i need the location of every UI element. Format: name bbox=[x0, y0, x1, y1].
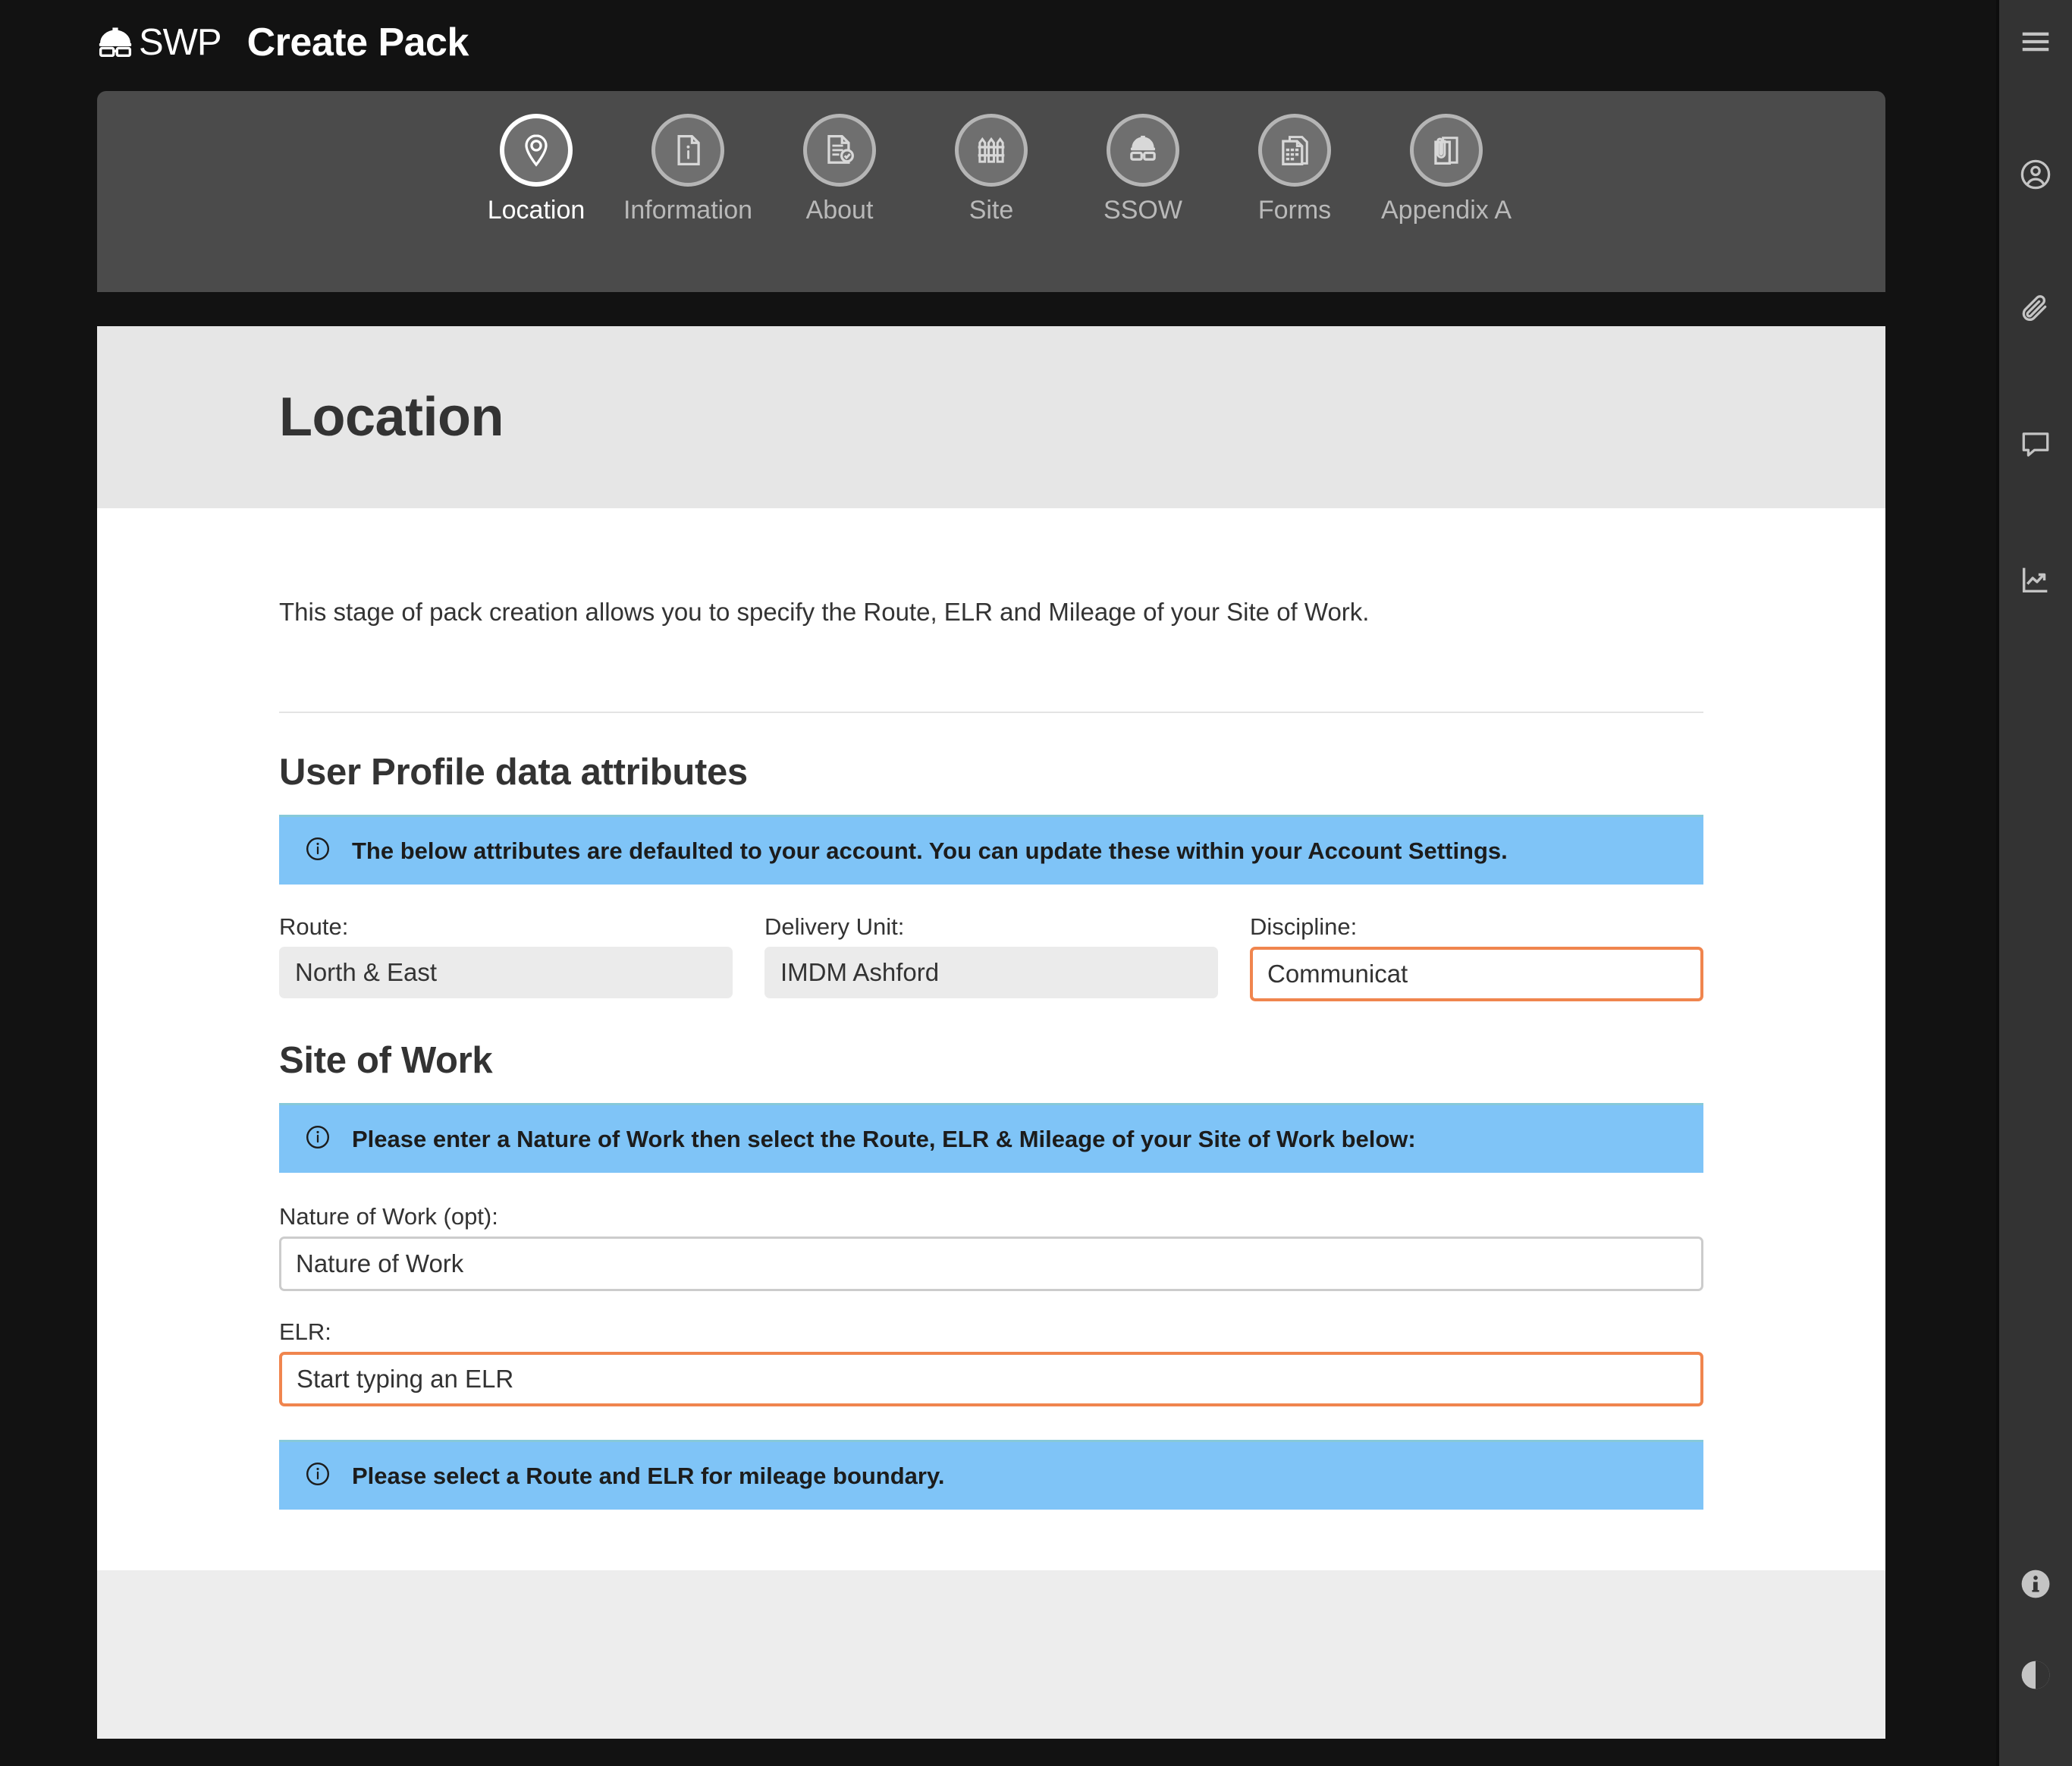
step-appendix-a-label: Appendix A bbox=[1380, 196, 1512, 225]
card-header: Location bbox=[97, 326, 1885, 508]
analytics-chart-icon[interactable] bbox=[1998, 534, 2072, 625]
clipboard-clip-icon bbox=[1427, 130, 1466, 170]
step-ssow[interactable]: SSOW bbox=[1067, 114, 1219, 225]
info-circle-icon bbox=[304, 835, 331, 866]
step-forms-circle bbox=[1258, 114, 1331, 187]
info-circle-icon bbox=[304, 1460, 331, 1491]
step-ssow-label: SSOW bbox=[1103, 196, 1182, 225]
mileage-info-banner: Please select a Route and ELR for mileag… bbox=[279, 1440, 1703, 1510]
app-root: SWP Create Pack Location Information Abo… bbox=[0, 0, 2072, 1766]
step-information[interactable]: Information bbox=[612, 114, 764, 225]
step-information-label: Information bbox=[623, 196, 753, 225]
step-site-label: Site bbox=[969, 196, 1014, 225]
step-ssow-circle bbox=[1107, 114, 1179, 187]
step-about-circle bbox=[803, 114, 876, 187]
step-about[interactable]: About bbox=[764, 114, 915, 225]
step-location[interactable]: Location bbox=[460, 114, 612, 225]
fence-icon bbox=[972, 130, 1011, 170]
step-site[interactable]: Site bbox=[915, 114, 1067, 225]
elr-field-group: ELR: Start typing an ELR bbox=[279, 1318, 1703, 1406]
card-body: This stage of pack creation allows you t… bbox=[97, 508, 1885, 1570]
step-appendix-a[interactable]: Appendix A bbox=[1370, 114, 1522, 225]
right-sidebar bbox=[1996, 0, 2072, 1766]
step-forms-label: Forms bbox=[1257, 196, 1332, 225]
step-site-circle bbox=[955, 114, 1028, 187]
paperclip-icon[interactable] bbox=[1998, 264, 2072, 355]
hamburger-menu-icon[interactable] bbox=[1998, 0, 2072, 83]
page-app-title: Create Pack bbox=[246, 20, 469, 64]
route-input[interactable]: North & East bbox=[279, 947, 733, 998]
comment-icon[interactable] bbox=[1998, 399, 2072, 490]
step-navigation: Location Information About Site SSOW For… bbox=[97, 91, 1885, 292]
delivery-unit-label: Delivery Unit: bbox=[764, 913, 905, 940]
page-title: Location bbox=[279, 387, 504, 448]
profile-fields-row: Route: North & East Delivery Unit: IMDM … bbox=[279, 913, 1703, 1001]
step-appendix-a-circle bbox=[1410, 114, 1483, 187]
map-pin-icon bbox=[516, 130, 556, 170]
site-of-work-info-banner: Please enter a Nature of Work then selec… bbox=[279, 1103, 1703, 1173]
info-circle-icon bbox=[304, 1123, 331, 1155]
document-info-icon bbox=[668, 130, 708, 170]
section-divider bbox=[279, 712, 1703, 713]
mileage-info-banner-text: Please select a Route and ELR for mileag… bbox=[352, 1462, 945, 1489]
nature-of-work-label: Nature of Work (opt): bbox=[279, 1203, 498, 1230]
delivery-unit-field-group: Delivery Unit: IMDM Ashford bbox=[764, 913, 1218, 1001]
contrast-toggle-icon[interactable] bbox=[1998, 1629, 2072, 1720]
nature-of-work-input[interactable]: Nature of Work bbox=[279, 1237, 1703, 1291]
forms-icon bbox=[1275, 130, 1314, 170]
step-about-label: About bbox=[805, 196, 874, 225]
user-profile-info-banner: The below attributes are defaulted to yo… bbox=[279, 815, 1703, 885]
step-information-circle bbox=[651, 114, 724, 187]
user-profile-info-banner-text: The below attributes are defaulted to yo… bbox=[352, 837, 1508, 864]
discipline-input[interactable]: Communicat bbox=[1250, 947, 1703, 1001]
elr-label: ELR: bbox=[279, 1318, 331, 1345]
step-location-label: Location bbox=[487, 196, 585, 225]
delivery-unit-input[interactable]: IMDM Ashford bbox=[764, 947, 1218, 998]
step-location-circle bbox=[500, 114, 573, 187]
route-field-group: Route: North & East bbox=[279, 913, 733, 1001]
user-account-icon[interactable] bbox=[1998, 129, 2072, 220]
hardhat-icon bbox=[95, 20, 136, 65]
info-filled-icon[interactable] bbox=[1998, 1538, 2072, 1629]
card-footer bbox=[97, 1570, 1885, 1739]
nature-of-work-field-group: Nature of Work (opt): Nature of Work bbox=[279, 1203, 1703, 1291]
user-profile-heading: User Profile data attributes bbox=[279, 752, 748, 793]
top-header-bar: SWP Create Pack bbox=[0, 0, 1996, 85]
discipline-label: Discipline: bbox=[1250, 913, 1358, 940]
elr-input[interactable]: Start typing an ELR bbox=[279, 1352, 1703, 1406]
content-card: Location This stage of pack creation all… bbox=[97, 326, 1885, 1739]
site-of-work-info-banner-text: Please enter a Nature of Work then selec… bbox=[352, 1125, 1416, 1152]
ppe-icon bbox=[1123, 130, 1163, 170]
discipline-field-group: Discipline: Communicat bbox=[1250, 913, 1703, 1001]
step-forms[interactable]: Forms bbox=[1219, 114, 1370, 225]
site-of-work-heading: Site of Work bbox=[279, 1040, 493, 1081]
intro-description: This stage of pack creation allows you t… bbox=[279, 598, 1370, 626]
brand-logo[interactable]: SWP bbox=[95, 20, 222, 65]
document-check-icon bbox=[820, 130, 859, 170]
brand-text: SWP bbox=[139, 21, 222, 63]
route-label: Route: bbox=[279, 913, 349, 940]
